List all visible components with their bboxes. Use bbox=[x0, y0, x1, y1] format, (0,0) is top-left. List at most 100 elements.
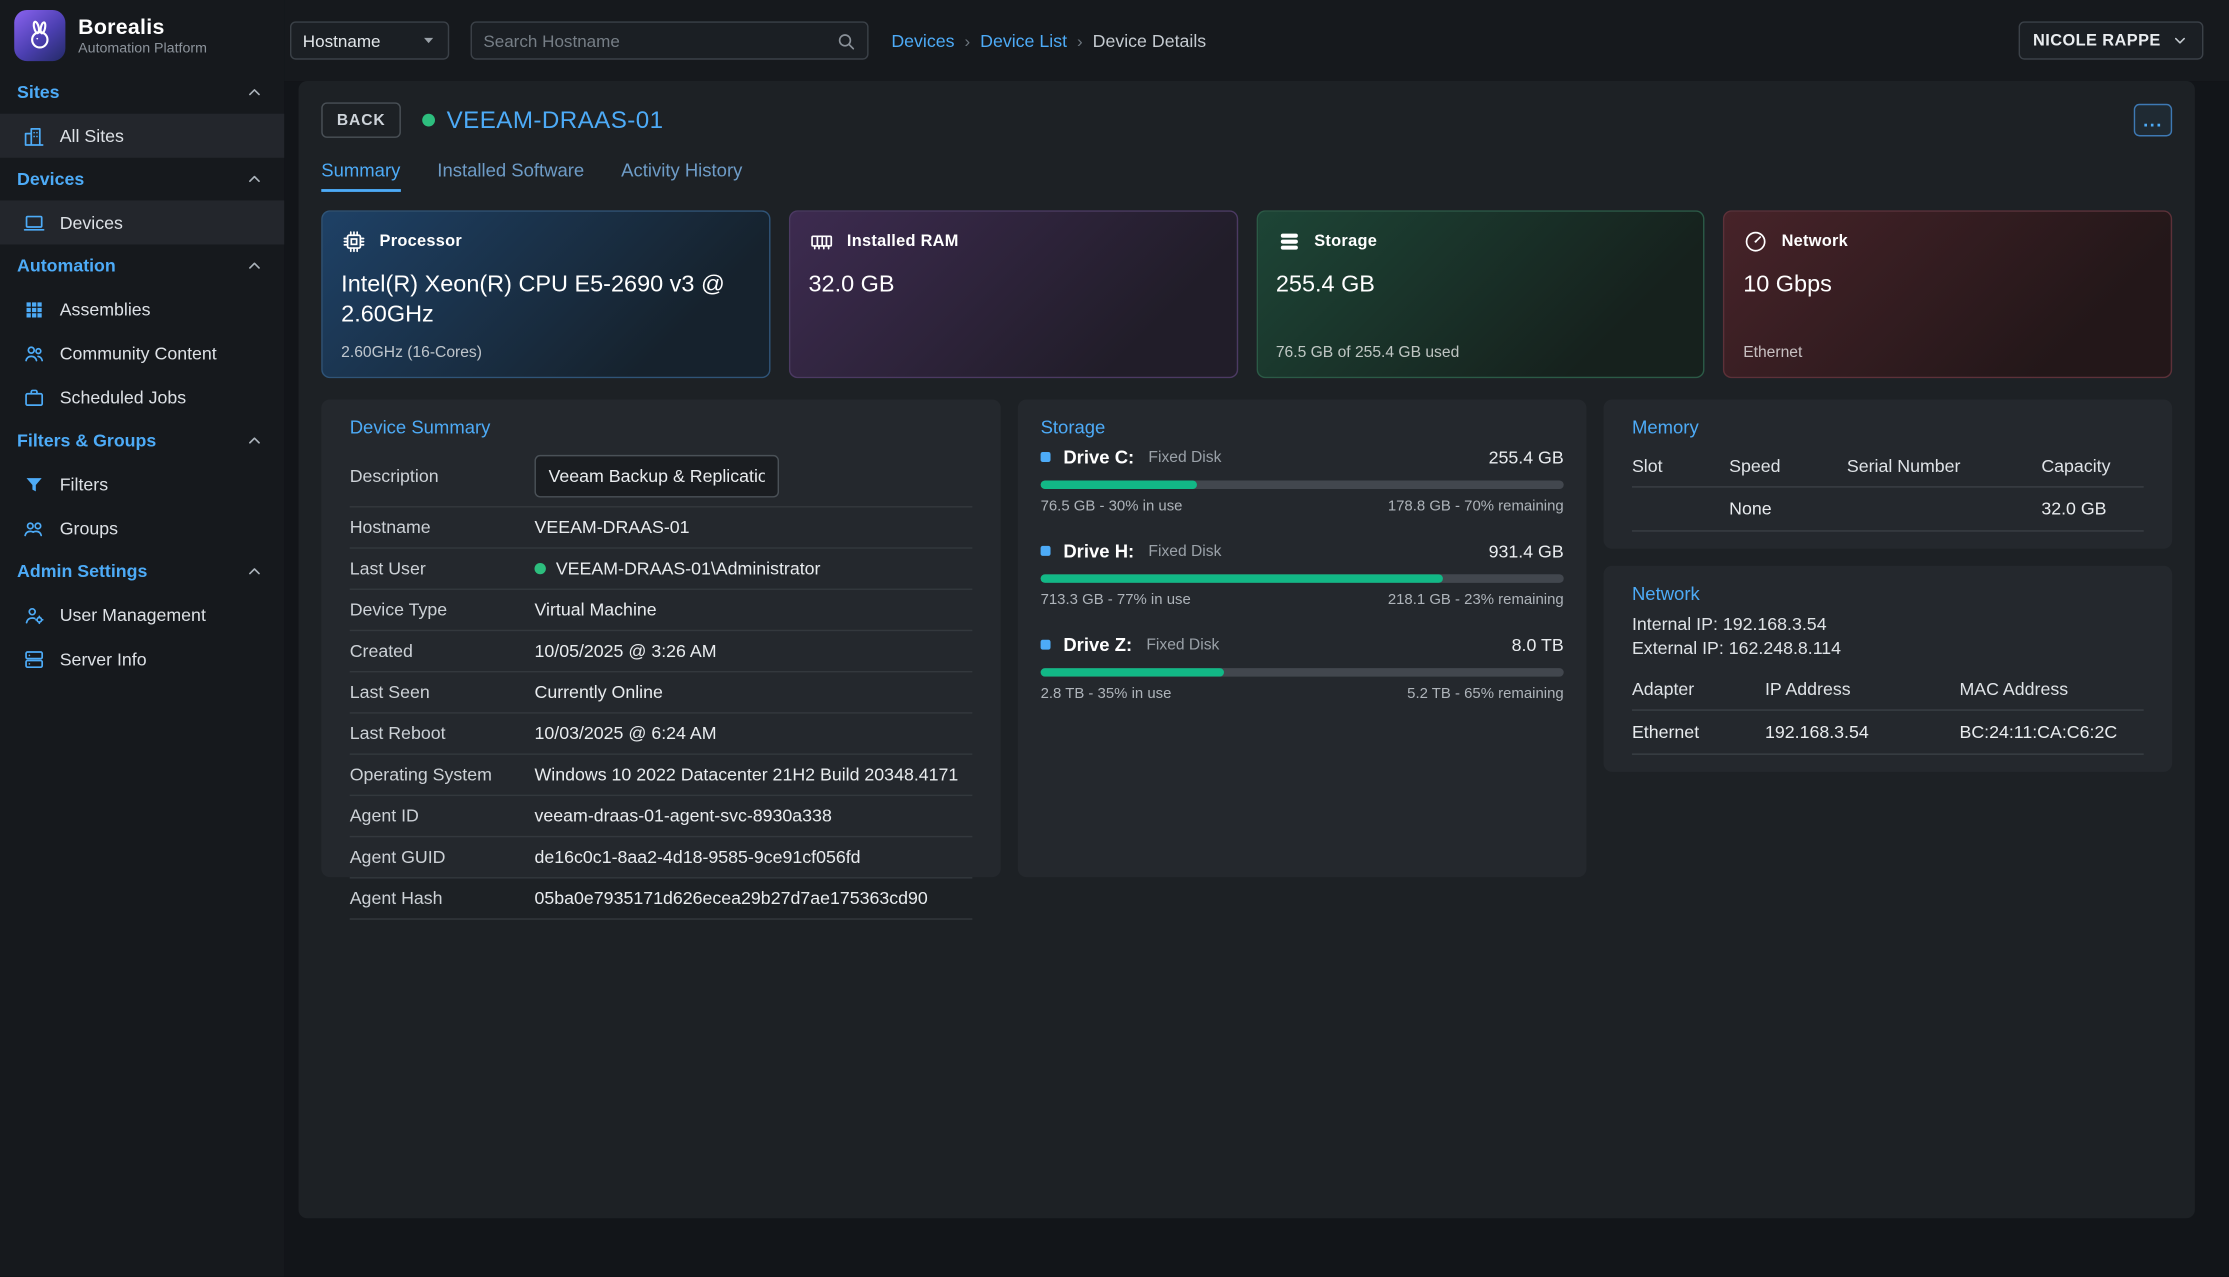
breadcrumb-device-list[interactable]: Device List bbox=[980, 31, 1067, 51]
ds-value: de16c0c1-8aa2-4d18-9585-9ce91cf056fd bbox=[535, 847, 861, 867]
ds-label: Agent GUID bbox=[350, 847, 535, 867]
users-icon bbox=[23, 342, 46, 365]
table-row-agent-guid: Agent GUID de16c0c1-8aa2-4d18-9585-9ce91… bbox=[350, 837, 973, 878]
sidebar-item-server-info[interactable]: Server Info bbox=[0, 637, 284, 681]
chevron-up-icon bbox=[245, 256, 265, 276]
sidebar-section-filters-groups[interactable]: Filters & Groups bbox=[0, 419, 284, 462]
filter-icon bbox=[23, 473, 46, 496]
ds-label: Description bbox=[350, 466, 535, 486]
sidebar-item-label: All Sites bbox=[60, 126, 124, 146]
more-actions-button[interactable]: ... bbox=[2134, 104, 2172, 137]
sidebar-section-sites[interactable]: Sites bbox=[0, 71, 284, 114]
col-speed: Speed bbox=[1729, 456, 1847, 476]
hostname-filter-select[interactable]: Hostname bbox=[290, 21, 449, 59]
sidebar-item-label: Server Info bbox=[60, 649, 147, 669]
user-menu-button[interactable]: NICOLE RAPPE bbox=[2019, 21, 2204, 59]
user-menu-label: NICOLE RAPPE bbox=[2033, 32, 2161, 49]
grid-icon bbox=[23, 298, 46, 321]
memory-speed: None bbox=[1729, 499, 1847, 519]
brand: Borealis Automation Platform bbox=[0, 0, 284, 71]
sidebar-item-community-content[interactable]: Community Content bbox=[0, 331, 284, 375]
sidebar-section-automation[interactable]: Automation bbox=[0, 245, 284, 288]
sidebar-item-filters[interactable]: Filters bbox=[0, 462, 284, 506]
borealis-logo-icon bbox=[14, 10, 65, 61]
sidebar-item-label: Scheduled Jobs bbox=[60, 387, 186, 407]
internal-ip: Internal IP: 192.168.3.54 bbox=[1632, 613, 2144, 637]
stat-card-label: Network bbox=[1782, 233, 1849, 250]
sidebar-item-label: Community Content bbox=[60, 343, 217, 363]
drive-h-block: Drive H: Fixed Disk 931.4 GB 713.3 GB - … bbox=[1041, 540, 1564, 608]
col-slot: Slot bbox=[1632, 456, 1729, 476]
drive-remaining-text: 178.8 GB - 70% remaining bbox=[1388, 498, 1564, 515]
lower-panels: Device Summary Description Hostname VEEA… bbox=[321, 399, 2172, 877]
drive-usage-bar bbox=[1041, 480, 1564, 489]
drive-type: Fixed Disk bbox=[1148, 542, 1221, 559]
stat-card-network: Network 10 Gbps Ethernet bbox=[1723, 210, 2172, 378]
chevron-up-icon bbox=[245, 562, 265, 582]
drive-usage-fill bbox=[1041, 574, 1444, 583]
server-icon bbox=[23, 648, 46, 671]
main-column: Hostname Devices › Device List › Device … bbox=[284, 0, 2229, 1277]
breadcrumb-separator: › bbox=[1067, 31, 1093, 51]
col-serial-number: Serial Number bbox=[1847, 456, 2041, 476]
ds-value: Virtual Machine bbox=[535, 600, 657, 620]
sidebar-item-user-management[interactable]: User Management bbox=[0, 593, 284, 637]
stat-card-processor: Processor Intel(R) Xeon(R) CPU E5-2690 v… bbox=[321, 210, 770, 378]
user-gear-icon bbox=[23, 603, 46, 626]
sidebar-section-admin-settings[interactable]: Admin Settings bbox=[0, 550, 284, 593]
ds-value: 05ba0e7935171d626ecea29b27d7ae175363cd90 bbox=[535, 888, 928, 908]
device-summary-title: Device Summary bbox=[350, 417, 973, 438]
stat-card-label: Storage bbox=[1314, 233, 1377, 250]
drive-name: Drive Z: bbox=[1063, 634, 1132, 655]
drive-usage-bar bbox=[1041, 574, 1564, 583]
breadcrumb-separator: › bbox=[955, 31, 981, 51]
online-status-dot bbox=[422, 114, 435, 127]
stat-card-value: Intel(R) Xeon(R) CPU E5-2690 v3 @ 2.60GH… bbox=[341, 270, 746, 331]
section-label: Admin Settings bbox=[17, 562, 147, 582]
memory-table-header: Slot Speed Serial Number Capacity bbox=[1632, 446, 2144, 487]
sidebar-item-groups[interactable]: Groups bbox=[0, 506, 284, 550]
page-title: VEEAM-DRAAS-01 bbox=[447, 106, 664, 134]
breadcrumb-devices[interactable]: Devices bbox=[891, 31, 954, 51]
tab-installed-software[interactable]: Installed Software bbox=[437, 159, 584, 192]
drive-used-text: 713.3 GB - 77% in use bbox=[1041, 591, 1191, 608]
table-row: Ethernet 192.168.3.54 BC:24:11:CA:C6:2C bbox=[1632, 711, 2144, 755]
memory-slot bbox=[1632, 499, 1729, 519]
ds-label: Agent ID bbox=[350, 806, 535, 826]
back-button[interactable]: BACK bbox=[321, 102, 401, 138]
sidebar-item-assemblies[interactable]: Assemblies bbox=[0, 287, 284, 331]
search-input[interactable] bbox=[483, 31, 836, 51]
description-input[interactable] bbox=[535, 455, 780, 498]
ds-label: Agent Hash bbox=[350, 888, 535, 908]
sidebar-item-devices[interactable]: Devices bbox=[0, 200, 284, 244]
network-speed-icon bbox=[1743, 229, 1769, 255]
cpu-icon bbox=[341, 229, 367, 255]
drive-remaining-text: 218.1 GB - 23% remaining bbox=[1388, 591, 1564, 608]
table-row-device-type: Device Type Virtual Machine bbox=[350, 590, 973, 631]
tab-activity-history[interactable]: Activity History bbox=[621, 159, 742, 192]
table-row-created: Created 10/05/2025 @ 3:26 AM bbox=[350, 631, 973, 672]
sidebar-item-scheduled-jobs[interactable]: Scheduled Jobs bbox=[0, 375, 284, 419]
adapter-ip: 192.168.3.54 bbox=[1765, 722, 1959, 742]
ds-label: Hostname bbox=[350, 517, 535, 537]
section-label: Sites bbox=[17, 82, 59, 102]
drive-bullet-icon bbox=[1041, 640, 1051, 650]
sidebar-item-all-sites[interactable]: All Sites bbox=[0, 114, 284, 158]
tab-summary[interactable]: Summary bbox=[321, 159, 400, 192]
sidebar-item-label: Filters bbox=[60, 474, 108, 494]
drive-type: Fixed Disk bbox=[1148, 449, 1221, 466]
online-status-dot bbox=[535, 563, 546, 574]
description-row: Description bbox=[350, 446, 973, 507]
drive-used-text: 2.8 TB - 35% in use bbox=[1041, 685, 1172, 702]
groups-icon bbox=[23, 517, 46, 540]
right-column: Memory Slot Speed Serial Number Capacity… bbox=[1604, 399, 2173, 771]
drive-size: 8.0 TB bbox=[1512, 635, 1564, 655]
search-box bbox=[471, 21, 869, 59]
page-header: BACK VEEAM-DRAAS-01 ... bbox=[321, 102, 2172, 138]
content-area: BACK VEEAM-DRAAS-01 ... Summary Installe… bbox=[284, 81, 2229, 1277]
drive-usage-bar bbox=[1041, 668, 1564, 677]
sidebar-section-devices[interactable]: Devices bbox=[0, 158, 284, 201]
section-label: Devices bbox=[17, 169, 84, 189]
stat-card-value: 255.4 GB bbox=[1276, 270, 1681, 300]
chevron-down-icon bbox=[2171, 31, 2189, 49]
